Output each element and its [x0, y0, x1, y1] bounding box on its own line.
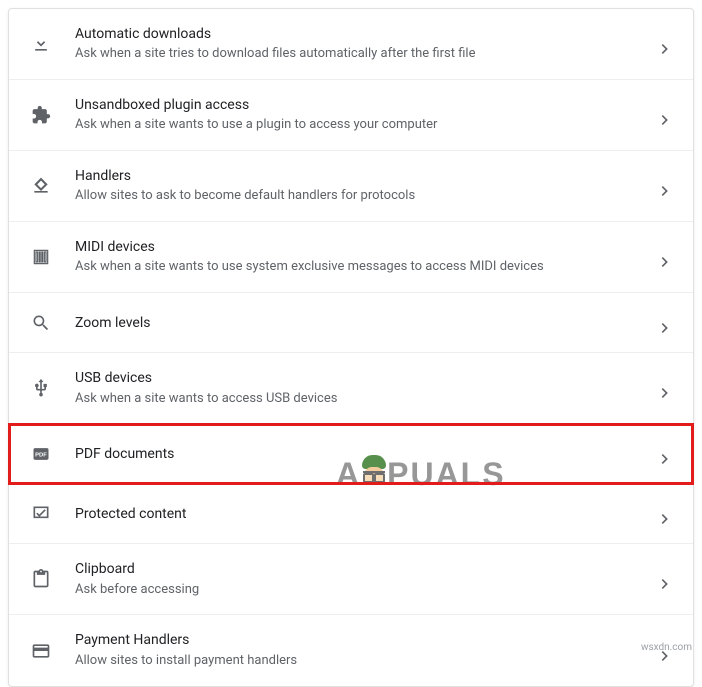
setting-row-unsandboxed-plugin[interactable]: Unsandboxed plugin access Ask when a sit…: [9, 80, 693, 151]
row-title: Clipboard: [75, 560, 649, 578]
plugin-icon: [31, 105, 51, 125]
pdf-icon: PDF: [31, 444, 51, 464]
row-content: Zoom levels: [75, 314, 649, 332]
row-content: Protected content: [75, 505, 649, 523]
row-title: USB devices: [75, 369, 649, 387]
handlers-icon: [31, 176, 51, 196]
zoom-icon: [31, 313, 51, 333]
watermark-url: wsxdn.com: [641, 642, 692, 653]
row-subtitle: Ask when a site wants to use system excl…: [75, 259, 649, 276]
chevron-right-icon: [661, 318, 671, 328]
row-content: Clipboard Ask before accessing: [75, 560, 649, 598]
row-title: Zoom levels: [75, 314, 649, 332]
chevron-right-icon: [661, 383, 671, 393]
svg-text:PDF: PDF: [35, 452, 47, 458]
download-icon: [31, 34, 51, 54]
setting-row-usb-devices[interactable]: USB devices Ask when a site wants to acc…: [9, 353, 693, 424]
row-content: PDF documents: [75, 445, 649, 463]
chevron-right-icon: [661, 181, 671, 191]
setting-row-handlers[interactable]: Handlers Allow sites to ask to become de…: [9, 151, 693, 222]
row-content: USB devices Ask when a site wants to acc…: [75, 369, 649, 407]
row-subtitle: Allow sites to ask to become default han…: [75, 188, 649, 205]
row-title: Handlers: [75, 167, 649, 185]
setting-row-payment-handlers[interactable]: Payment Handlers Allow sites to install …: [9, 615, 693, 685]
chevron-right-icon: [661, 252, 671, 262]
setting-row-clipboard[interactable]: Clipboard Ask before accessing: [9, 544, 693, 615]
row-content: Handlers Allow sites to ask to become de…: [75, 167, 649, 205]
chevron-right-icon: [661, 574, 671, 584]
row-title: Unsandboxed plugin access: [75, 96, 649, 114]
setting-row-zoom-levels[interactable]: Zoom levels: [9, 293, 693, 353]
row-title: Automatic downloads: [75, 25, 649, 43]
row-content: MIDI devices Ask when a site wants to us…: [75, 238, 649, 276]
setting-row-pdf-documents[interactable]: PDF PDF documents: [9, 424, 693, 484]
row-content: Automatic downloads Ask when a site trie…: [75, 25, 649, 63]
payment-icon: [31, 641, 51, 661]
chevron-right-icon: [661, 509, 671, 519]
usb-icon: [31, 378, 51, 398]
midi-icon: [31, 247, 51, 267]
row-title: PDF documents: [75, 445, 649, 463]
setting-row-protected-content[interactable]: Protected content: [9, 484, 693, 544]
row-content: Payment Handlers Allow sites to install …: [75, 631, 649, 669]
row-title: Protected content: [75, 505, 649, 523]
row-subtitle: Ask when a site wants to use a plugin to…: [75, 117, 649, 134]
row-subtitle: Ask before accessing: [75, 582, 649, 599]
setting-row-automatic-downloads[interactable]: Automatic downloads Ask when a site trie…: [9, 9, 693, 80]
row-subtitle: Allow sites to install payment handlers: [75, 653, 649, 670]
setting-row-midi-devices[interactable]: MIDI devices Ask when a site wants to us…: [9, 222, 693, 293]
row-title: Payment Handlers: [75, 631, 649, 649]
protected-icon: [31, 504, 51, 524]
settings-panel: Automatic downloads Ask when a site trie…: [8, 8, 694, 687]
clipboard-icon: [31, 569, 51, 589]
chevron-right-icon: [661, 110, 671, 120]
row-content: Unsandboxed plugin access Ask when a sit…: [75, 96, 649, 134]
row-subtitle: Ask when a site tries to download files …: [75, 46, 649, 63]
row-title: MIDI devices: [75, 238, 649, 256]
chevron-right-icon: [661, 39, 671, 49]
row-subtitle: Ask when a site wants to access USB devi…: [75, 391, 649, 408]
chevron-right-icon: [661, 449, 671, 459]
